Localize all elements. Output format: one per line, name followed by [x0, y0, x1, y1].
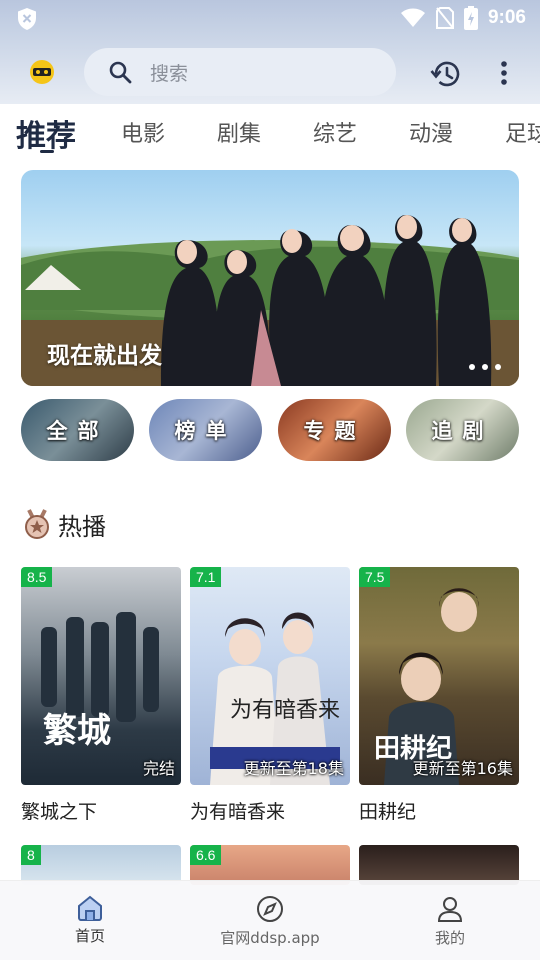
- episode-status: 完结: [142, 759, 175, 778]
- video-card[interactable]: 为有暗香来 7.1 更新至第18集 为有暗香来: [190, 567, 350, 824]
- more-vert-icon[interactable]: [494, 58, 514, 90]
- episode-status: 更新至第16集: [412, 759, 513, 778]
- user-icon: [437, 897, 463, 922]
- poster-image: 田耕纪 7.5 更新至第16集: [359, 567, 519, 785]
- logo-icon: [33, 68, 51, 76]
- compass-icon: [257, 896, 283, 922]
- app-header: 搜索: [0, 36, 540, 104]
- poster-image: [359, 845, 519, 885]
- tab-variety[interactable]: 综艺: [313, 116, 357, 148]
- battery-icon: [463, 6, 478, 30]
- quick-link-topics[interactable]: 专题: [278, 399, 391, 461]
- score-badge: 8.5: [21, 567, 53, 587]
- shield-icon: [18, 8, 36, 30]
- quick-link-label: 榜单: [174, 419, 237, 443]
- nav-profile[interactable]: 我的: [360, 895, 540, 948]
- quick-link-label: 专题: [303, 419, 366, 443]
- poster-image: 为有暗香来 7.1 更新至第18集: [190, 567, 350, 785]
- tab-football[interactable]: 足球: [505, 116, 540, 148]
- nav-official-site[interactable]: 官网ddsp.app: [180, 895, 360, 948]
- nav-home[interactable]: 首页: [0, 895, 180, 946]
- card-title: 田耕纪: [359, 801, 417, 823]
- svg-text:为有暗香来: 为有暗香来: [230, 698, 340, 723]
- home-icon: [78, 895, 102, 921]
- poster-image: 8: [21, 845, 181, 885]
- tab-anime[interactable]: 动漫: [409, 116, 453, 148]
- tab-recommend[interactable]: 推荐: [16, 111, 76, 155]
- score-badge: 7.5: [359, 567, 391, 587]
- medal-icon: [25, 509, 49, 539]
- status-bar: 9:06: [0, 0, 540, 36]
- tab-indicator: [40, 150, 54, 153]
- video-card[interactable]: [359, 845, 519, 885]
- video-card[interactable]: 6.6: [190, 845, 350, 885]
- card-title: 繁城之下: [21, 801, 98, 823]
- quick-link-follow[interactable]: 追剧: [406, 399, 519, 461]
- history-icon[interactable]: [430, 58, 462, 90]
- tab-movies[interactable]: 电影: [121, 116, 165, 148]
- card-title: 为有暗香来: [190, 801, 286, 823]
- video-card[interactable]: 田耕纪 7.5 更新至第16集 田耕纪: [359, 567, 519, 824]
- search-placeholder: 搜索: [150, 62, 189, 85]
- tab-series[interactable]: 剧集: [217, 116, 261, 148]
- quick-link-label: 全部: [46, 419, 109, 443]
- banner-caption: 现在就出发: [47, 343, 162, 369]
- nav-label: 官网ddsp.app: [220, 929, 320, 947]
- section-title: 热播: [58, 512, 106, 541]
- hero-banner[interactable]: 现在就出发: [21, 170, 519, 386]
- no-sim-icon: [435, 7, 454, 29]
- episode-status: 更新至第18集: [243, 759, 344, 778]
- wifi-icon: [400, 8, 425, 27]
- video-card[interactable]: 繁城 8.5 完结 繁城之下: [21, 567, 181, 824]
- poster-image: 6.6: [190, 845, 350, 885]
- section-heading-hot: 热播: [22, 506, 106, 542]
- category-tabs: 推荐 电影 剧集 综艺 动漫 足球: [0, 104, 540, 162]
- poster-image: 繁城 8.5 完结: [21, 567, 181, 785]
- video-card[interactable]: 8: [21, 845, 181, 885]
- score-badge: 6.6: [190, 845, 222, 865]
- svg-text:繁城: 繁城: [43, 711, 111, 751]
- clock: 9:06: [487, 7, 526, 28]
- app-logo[interactable]: [30, 60, 54, 84]
- quick-link-ranking[interactable]: 榜单: [149, 399, 262, 461]
- search-input[interactable]: 搜索: [84, 48, 396, 96]
- quick-link-label: 追剧: [431, 419, 494, 443]
- search-icon: [109, 61, 132, 84]
- quick-link-all[interactable]: 全部: [21, 399, 134, 461]
- nav-label: 我的: [434, 929, 465, 947]
- bottom-navigation: 首页 官网ddsp.app 我的: [0, 880, 540, 960]
- nav-label: 首页: [74, 927, 105, 945]
- score-badge: 8: [21, 845, 41, 865]
- carousel-indicator: [469, 364, 501, 370]
- score-badge: 7.1: [190, 567, 222, 587]
